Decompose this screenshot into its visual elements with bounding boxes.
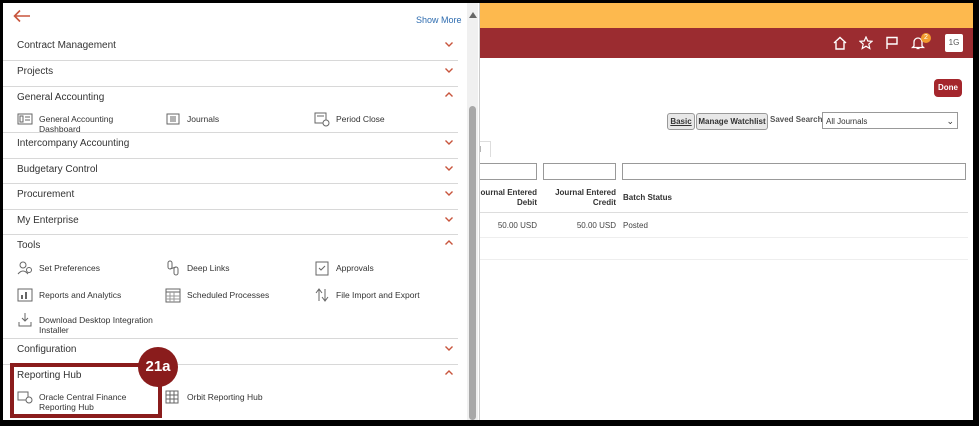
section-configuration[interactable]: Configuration	[3, 338, 458, 365]
nav-item-label: File Import and Export	[336, 290, 420, 300]
column-header-debit-line2: Debit	[517, 198, 537, 207]
flag-icon[interactable]	[884, 36, 899, 51]
saved-search-value: All Journals	[826, 117, 868, 126]
show-more-link[interactable]: Show More	[416, 15, 462, 25]
column-header-debit[interactable]: ournal Entered Debit	[477, 188, 537, 208]
section-procurement[interactable]: Procurement	[3, 183, 458, 210]
section-title: Contract Management	[17, 40, 116, 51]
preferences-icon	[17, 261, 32, 275]
section-title: Intercompany Accounting	[17, 138, 130, 149]
step-callout-badge: 21a	[138, 347, 178, 387]
notification-badge: 2	[921, 33, 931, 43]
grid-icon	[165, 390, 179, 404]
approvals-icon	[315, 261, 329, 276]
section-general-accounting[interactable]: General Accounting General Accounting Da…	[3, 86, 458, 134]
file-import-export-icon	[315, 288, 329, 302]
nav-item-label: Journals	[187, 114, 220, 124]
cell-status: Posted	[623, 221, 648, 230]
filter-credit-input[interactable]	[543, 163, 616, 180]
section-my-enterprise[interactable]: My Enterprise	[3, 209, 458, 235]
deep-links-icon	[167, 260, 179, 276]
chevron-down-icon	[444, 188, 454, 198]
column-header-debit-line1: ournal Entered	[480, 188, 537, 197]
row-divider	[463, 237, 968, 238]
manage-watchlist-button[interactable]: Manage Watchlist	[696, 113, 768, 130]
section-intercompany-accounting[interactable]: Intercompany Accounting	[3, 132, 458, 159]
navigator-panel: Show More Contract Management Projects G…	[3, 3, 480, 420]
nav-item-download-desktop-installer[interactable]: Download Desktop Integration Installer	[17, 312, 157, 335]
nav-item-scheduled-processes[interactable]: Scheduled Processes	[165, 287, 285, 305]
column-header-status[interactable]: Batch Status	[623, 193, 672, 203]
nav-item-label: Period Close	[336, 114, 385, 124]
nav-item-label: Set Preferences	[39, 263, 100, 273]
chevron-up-icon	[444, 90, 454, 100]
basic-button[interactable]: Basic	[667, 113, 695, 130]
chevron-up-icon	[444, 238, 454, 248]
section-title: Projects	[17, 66, 54, 77]
done-button[interactable]: Done	[934, 79, 962, 97]
nav-item-file-import-export[interactable]: File Import and Export	[314, 287, 434, 305]
back-arrow-icon[interactable]	[13, 9, 31, 27]
column-header-credit[interactable]: Journal Entered Credit	[547, 188, 616, 208]
cell-credit: 50.00 USD	[576, 221, 616, 230]
user-avatar[interactable]: 1G	[945, 34, 963, 52]
nav-item-deep-links[interactable]: Deep Links	[165, 260, 285, 278]
chevron-down-icon: ⌄	[946, 116, 954, 126]
chevron-down-icon	[444, 163, 454, 173]
nav-item-label: Scheduled Processes	[187, 290, 270, 300]
section-budgetary-control[interactable]: Budgetary Control	[3, 158, 458, 184]
nav-item-label: General Accounting Dashboard	[39, 114, 114, 134]
header-divider	[463, 212, 968, 213]
section-contract-management[interactable]: Contract Management	[3, 34, 458, 61]
chevron-up-icon	[444, 368, 454, 378]
saved-search-select[interactable]: All Journals ⌄	[822, 112, 958, 129]
section-title: General Accounting	[17, 92, 105, 103]
dashboard-icon	[17, 113, 33, 125]
column-header-credit-line2: Credit	[592, 198, 616, 207]
nav-item-label: Reports and Analytics	[39, 290, 122, 300]
nav-item-orbit-reporting-hub[interactable]: Orbit Reporting Hub	[165, 389, 285, 407]
cell-debit: 50.00 USD	[497, 221, 537, 230]
section-tools[interactable]: Tools Set Preferences Deep Links Approva…	[3, 234, 458, 339]
download-icon	[18, 313, 32, 327]
nav-item-label: Deep Links	[187, 263, 230, 273]
scrollbar-thumb[interactable]	[469, 106, 476, 420]
nav-item-label: Orbit Reporting Hub	[187, 392, 263, 402]
section-title: Configuration	[17, 344, 77, 355]
nav-item-label: Download Desktop Integration Installer	[39, 315, 153, 335]
period-close-icon	[314, 112, 330, 127]
nav-item-label: Approvals	[336, 263, 374, 273]
journals-icon	[166, 113, 180, 125]
nav-item-general-accounting-dashboard[interactable]: General Accounting Dashboard	[17, 111, 157, 134]
row-divider	[463, 259, 968, 260]
screen-frame: 2 1G Done Basic Manage Watchlist Saved S…	[3, 3, 973, 420]
chevron-down-icon	[444, 65, 454, 75]
scroll-up-arrow-icon[interactable]	[469, 12, 477, 18]
filter-status-input[interactable]	[622, 163, 966, 180]
nav-item-set-preferences[interactable]: Set Preferences	[17, 260, 137, 278]
star-icon[interactable]	[858, 35, 873, 51]
column-header-credit-line1: Journal Entered	[555, 188, 616, 197]
nav-item-journals[interactable]: Journals	[165, 111, 285, 129]
nav-item-reports-and-analytics[interactable]: Reports and Analytics	[17, 287, 137, 305]
section-title: My Enterprise	[17, 215, 79, 226]
chevron-down-icon	[444, 214, 454, 224]
section-title: Tools	[17, 240, 41, 251]
chevron-down-icon	[444, 137, 454, 147]
section-title: Budgetary Control	[17, 164, 98, 175]
nav-item-period-close[interactable]: Period Close	[314, 111, 434, 129]
chevron-down-icon	[444, 39, 454, 49]
home-icon[interactable]	[832, 36, 847, 51]
section-projects[interactable]: Projects	[3, 60, 458, 87]
chevron-down-icon	[444, 343, 454, 353]
reports-icon	[17, 288, 33, 302]
section-title: Procurement	[17, 189, 75, 200]
saved-search-label: Saved Search	[770, 115, 823, 124]
calendar-icon	[165, 288, 181, 303]
nav-item-approvals[interactable]: Approvals	[314, 260, 434, 278]
